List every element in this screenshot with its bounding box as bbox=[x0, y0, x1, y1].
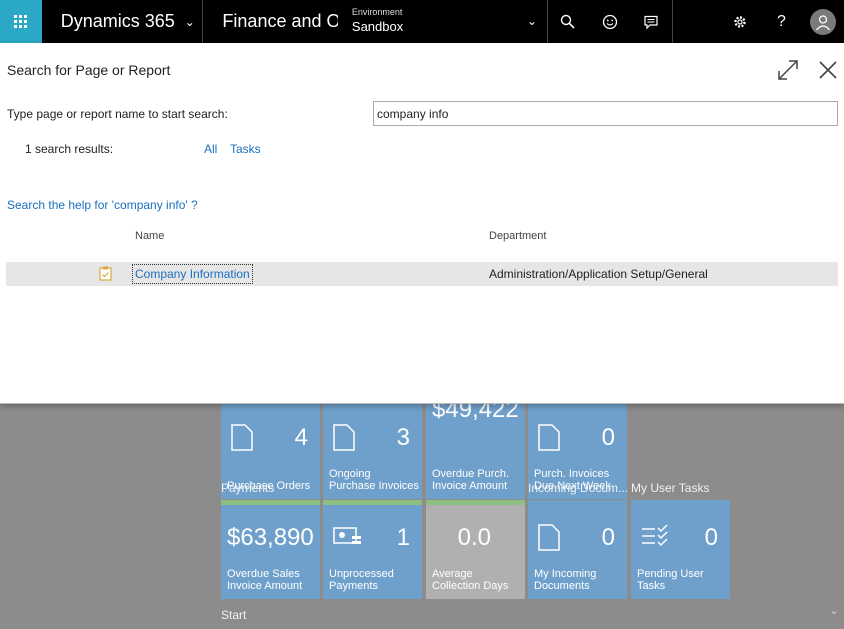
expand-icon[interactable] bbox=[777, 59, 799, 81]
search-icon bbox=[561, 14, 575, 29]
result-department: Administration/Application Setup/General bbox=[489, 267, 708, 281]
section-payments: Payments bbox=[221, 481, 275, 495]
document-icon bbox=[538, 524, 560, 551]
tile-label: Average Collection Days bbox=[432, 568, 509, 592]
chevron-down-icon[interactable]: ⌄ bbox=[829, 603, 839, 617]
gear-icon bbox=[733, 15, 746, 28]
result-name-link[interactable]: Company Information bbox=[132, 264, 253, 284]
tile-label: Pending User Tasks bbox=[637, 568, 704, 592]
search-button[interactable] bbox=[546, 0, 589, 43]
document-icon bbox=[231, 424, 253, 451]
workspace-background: 4 Purchase Orders 3 Ongoing Purchase Inv… bbox=[204, 396, 844, 629]
section-incoming-documents: Incoming Docum... bbox=[528, 481, 629, 495]
waffle-icon bbox=[14, 15, 28, 28]
tile-value: 3 bbox=[396, 424, 410, 451]
column-header-name[interactable]: Name bbox=[135, 230, 164, 242]
tile-label: Overdue Sales Invoice Amount bbox=[227, 568, 303, 592]
checklist-icon bbox=[642, 524, 668, 547]
tile-my-incoming-documents[interactable]: 0 My Incoming Documents bbox=[528, 500, 627, 599]
messages-button[interactable] bbox=[630, 0, 672, 43]
user-menu[interactable] bbox=[802, 0, 844, 43]
tile-status-bar bbox=[323, 500, 422, 505]
task-icon bbox=[99, 266, 112, 281]
smiley-icon bbox=[602, 14, 617, 29]
tile-value: $63,890 bbox=[227, 524, 314, 551]
settings-button[interactable] bbox=[719, 0, 761, 43]
search-dialog: Search for Page or Report Type page or r… bbox=[0, 43, 844, 404]
close-icon[interactable] bbox=[817, 59, 839, 81]
tile-overdue-purch-invoice[interactable]: $49,422 Overdue Purch. Invoice Amount bbox=[426, 396, 525, 499]
search-prompt-label: Type page or report name to start search… bbox=[7, 107, 228, 121]
tile-label: Ongoing Purchase Invoices bbox=[329, 468, 419, 492]
environment-picker[interactable]: Environment Sandbox ⌄ bbox=[337, 0, 547, 43]
tile-overdue-sales-invoice[interactable]: $63,890 Overdue Sales Invoice Amount bbox=[221, 500, 320, 599]
results-count: 1 search results: bbox=[25, 142, 114, 156]
tile-value: 1 bbox=[396, 524, 410, 551]
tile-value: 0 bbox=[704, 524, 718, 551]
chat-icon bbox=[644, 15, 658, 29]
brand-label: Dynamics 365 bbox=[60, 11, 175, 31]
tile-value: 0 bbox=[601, 524, 615, 551]
tile-label: My Incoming Documents bbox=[534, 568, 597, 592]
tile-pending-user-tasks[interactable]: 0 Pending User Tasks bbox=[631, 500, 730, 599]
section-start: Start bbox=[221, 608, 247, 622]
tile-status-bar bbox=[221, 500, 320, 505]
chevron-down-icon: ⌄ bbox=[184, 14, 195, 29]
environment-value: Sandbox bbox=[351, 19, 404, 34]
avatar bbox=[810, 8, 837, 35]
dialog-title: Search for Page or Report bbox=[7, 62, 171, 78]
environment-label: Environment bbox=[351, 7, 403, 17]
payment-icon bbox=[333, 527, 361, 544]
column-header-department[interactable]: Department bbox=[489, 230, 546, 242]
document-icon bbox=[333, 424, 355, 451]
tile-average-collection-days[interactable]: 0.0 Average Collection Days bbox=[426, 500, 525, 599]
app-title[interactable]: Finance and Operations bbox=[203, 0, 337, 43]
document-icon bbox=[538, 424, 560, 451]
help-icon: ? bbox=[776, 12, 786, 30]
user-icon bbox=[816, 14, 831, 30]
tile-unprocessed-payments[interactable]: 1 Unprocessed Payments bbox=[323, 500, 422, 599]
brand-menu[interactable]: Dynamics 365 ⌄ bbox=[42, 0, 204, 43]
tile-status-bar bbox=[426, 500, 525, 505]
filter-all-link[interactable]: All bbox=[204, 142, 217, 156]
search-help-link[interactable]: Search the help for 'company info' ? bbox=[7, 198, 198, 212]
table-row[interactable]: Company Information Administration/Appli… bbox=[6, 262, 838, 286]
tile-label: Overdue Purch. Invoice Amount bbox=[432, 468, 510, 492]
section-my-user-tasks: My User Tasks bbox=[631, 481, 710, 495]
tile-value: 0.0 bbox=[457, 524, 491, 551]
tile-value: 0 bbox=[601, 424, 615, 451]
tile-ongoing-purchase-invoices[interactable]: 3 Ongoing Purchase Invoices bbox=[323, 400, 422, 499]
toolbar-spacer bbox=[672, 0, 719, 43]
chevron-down-icon: ⌄ bbox=[526, 14, 537, 28]
top-nav-bar: Dynamics 365 ⌄ Finance and Operations En… bbox=[0, 0, 844, 43]
help-button[interactable]: ? bbox=[761, 0, 803, 43]
search-input[interactable] bbox=[373, 101, 838, 126]
tile-label: Unprocessed Payments bbox=[329, 568, 394, 592]
tile-value: 4 bbox=[294, 424, 308, 451]
feedback-button[interactable] bbox=[589, 0, 631, 43]
app-launcher-button[interactable] bbox=[0, 0, 42, 43]
filter-tasks-link[interactable]: Tasks bbox=[230, 142, 261, 156]
